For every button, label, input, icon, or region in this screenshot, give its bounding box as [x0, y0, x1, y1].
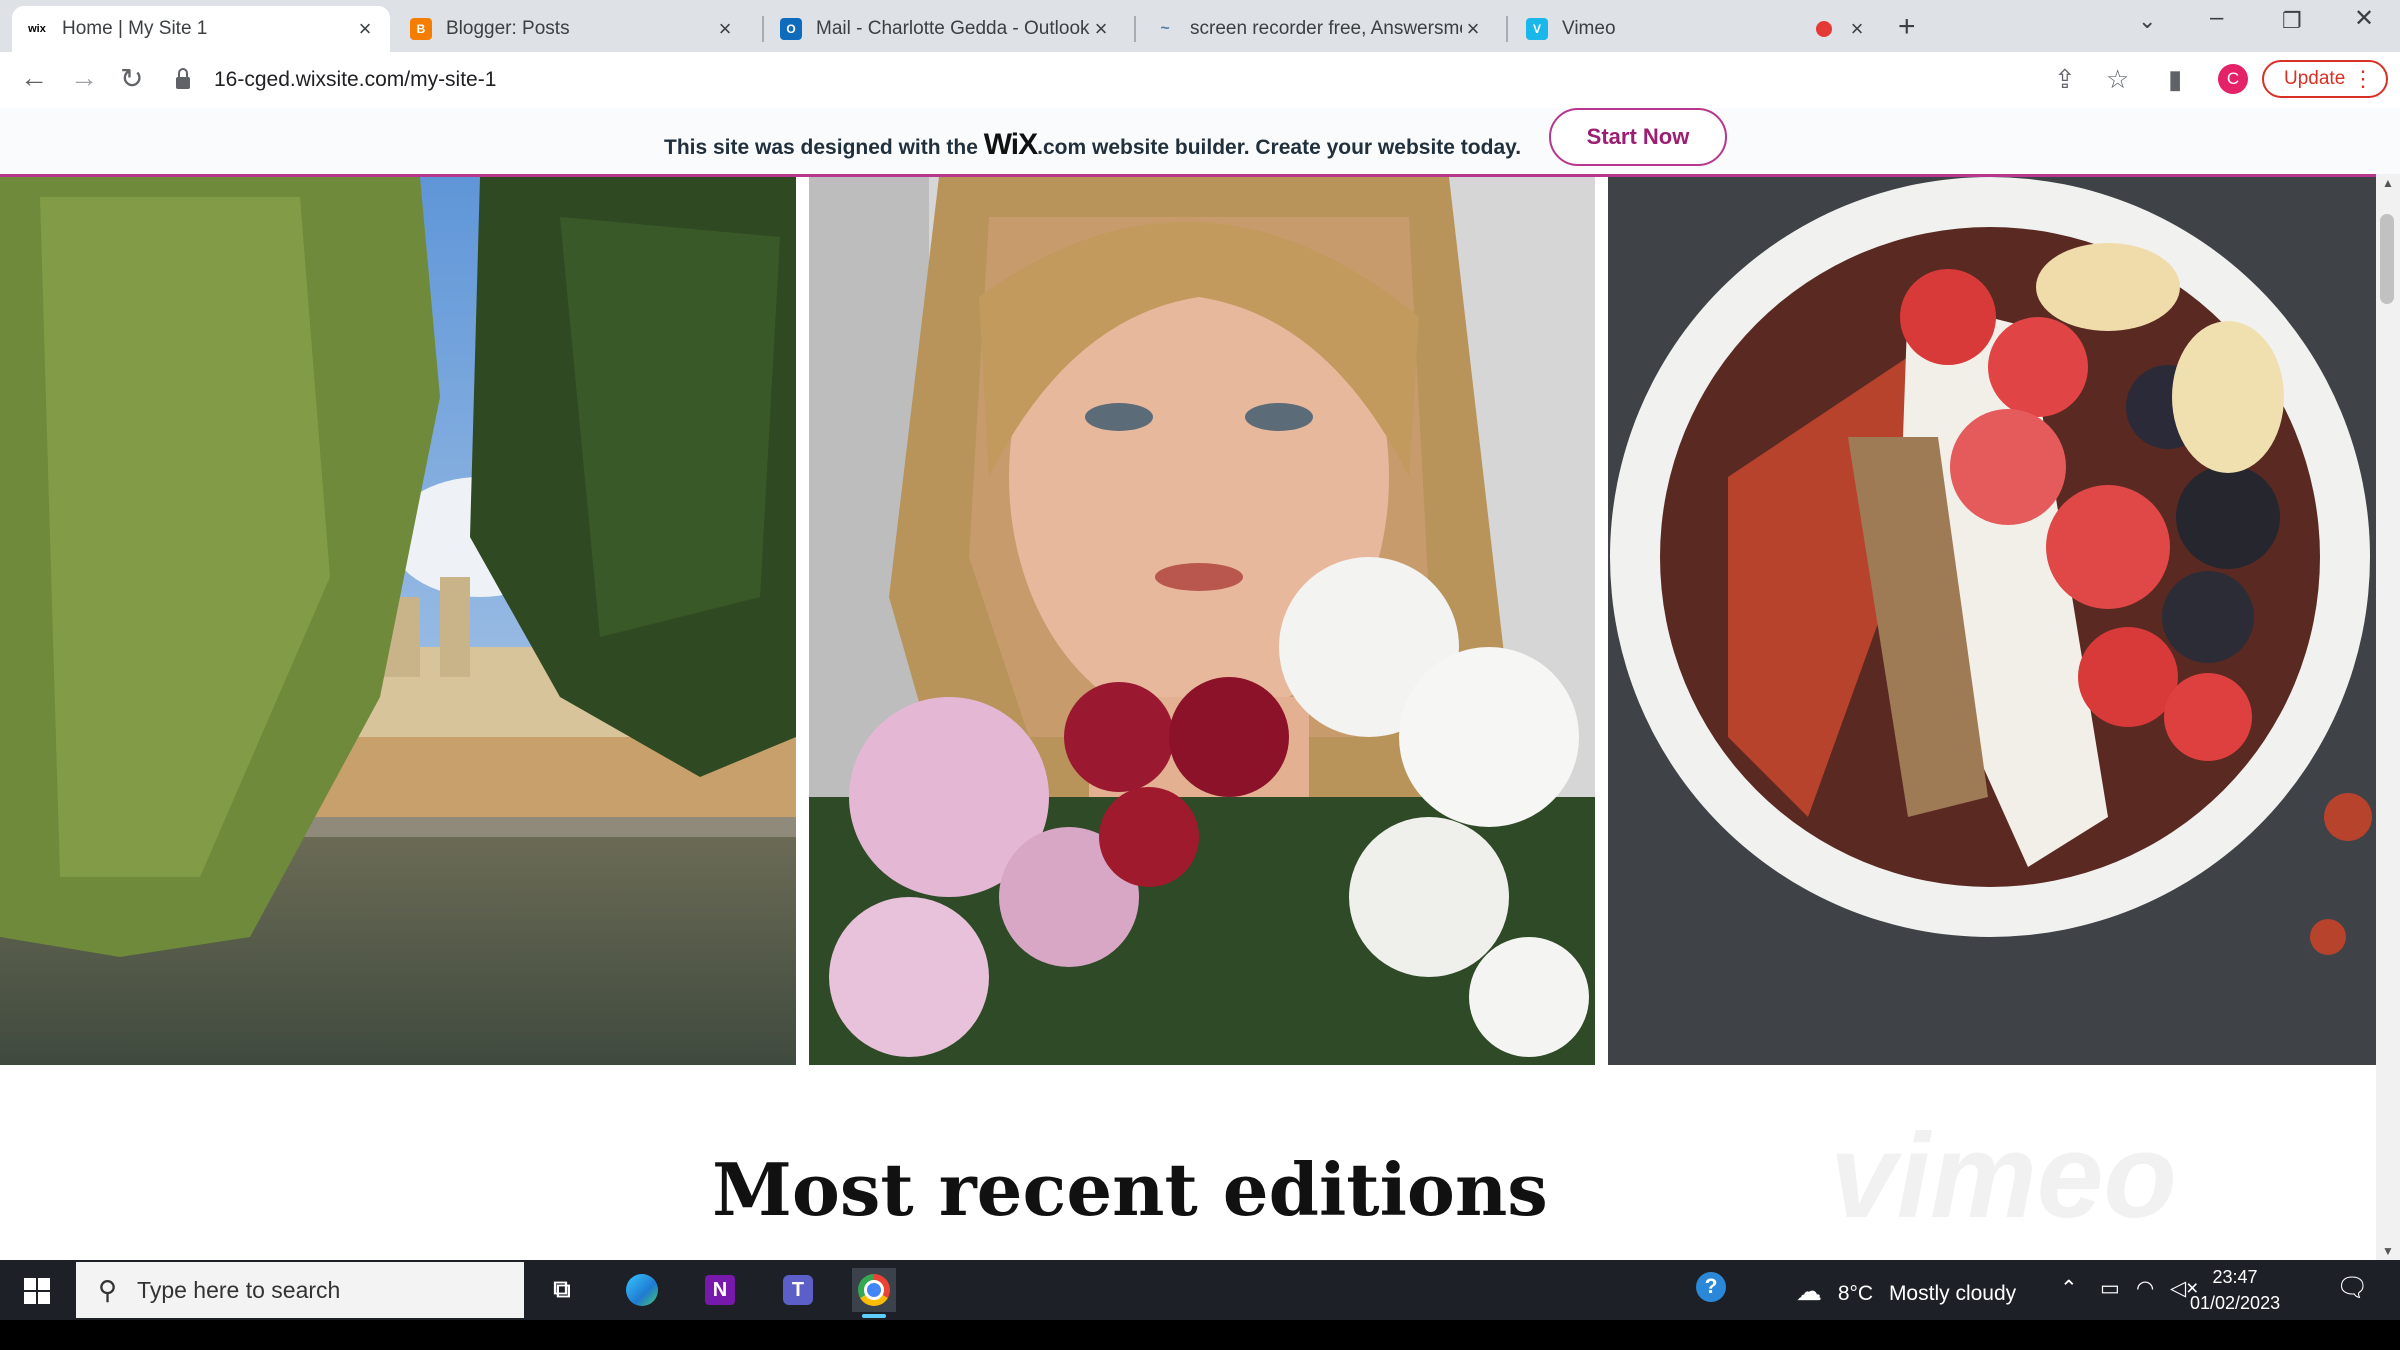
- tab-title: Home | My Site 1: [62, 18, 208, 39]
- banner-text-before: This site was designed with the: [664, 136, 978, 159]
- page-content: Most recent editions vimeo: [0, 177, 2376, 1260]
- tab-screen-recorder[interactable]: ~ screen recorder free, Answersme ×: [1140, 6, 1498, 52]
- close-tab-icon[interactable]: ×: [1090, 16, 1112, 42]
- tab-separator: [1506, 16, 1508, 42]
- weather-widget[interactable]: ☁ 8°C Mostly cloudy: [1796, 1276, 2016, 1307]
- scrollbar-thumb[interactable]: [2380, 214, 2394, 304]
- wix-banner-text: This site was designed with the WiX.com …: [664, 128, 1521, 162]
- tab-title: Mail - Charlotte Gedda - Outlook: [816, 18, 1090, 39]
- taskbar-clock[interactable]: 23:47 01/02/2023: [2190, 1264, 2280, 1316]
- minimize-button[interactable]: –: [2210, 4, 2223, 32]
- close-tab-icon[interactable]: ×: [714, 16, 736, 42]
- share-icon[interactable]: ⇪: [2054, 64, 2076, 95]
- update-button[interactable]: Update ⋮: [2262, 60, 2388, 98]
- tab-title: screen recorder free, Answersme: [1190, 18, 1462, 39]
- tab-search-chevron-icon[interactable]: ⌄: [2138, 8, 2156, 34]
- browser-toolbar: ← → ↻ 16-cged.wixsite.com/my-site-1 ⇪ ☆ …: [0, 52, 2400, 109]
- screen-bottom-border: [0, 1320, 2400, 1350]
- tab-outlook-mail[interactable]: O Mail - Charlotte Gedda - Outlook ×: [766, 6, 1126, 52]
- new-tab-button[interactable]: +: [1898, 10, 1916, 44]
- side-panel-icon[interactable]: ▮: [2168, 64, 2182, 95]
- blogger-icon: B: [410, 18, 432, 40]
- search-placeholder: Type here to search: [137, 1276, 341, 1303]
- weather-desc: Mostly cloudy: [1888, 1282, 2017, 1305]
- tab-blogger-posts[interactable]: B Blogger: Posts ×: [396, 6, 750, 52]
- back-button[interactable]: ←: [20, 62, 48, 94]
- forward-button[interactable]: →: [70, 62, 98, 94]
- close-tab-icon[interactable]: ×: [1846, 16, 1868, 42]
- fruit-bowl-photo: [1608, 177, 2376, 1065]
- tab-separator: [762, 16, 764, 42]
- tab-strip: wix Home | My Site 1 × B Blogger: Posts …: [0, 0, 2400, 52]
- river-college-photo: [0, 177, 796, 1065]
- taskbar-search-box[interactable]: ⚲ Type here to search: [76, 1262, 524, 1318]
- help-icon[interactable]: ?: [1696, 1272, 1726, 1302]
- reload-button[interactable]: ↻: [120, 62, 143, 95]
- clock-time: 23:47: [2212, 1267, 2258, 1287]
- edge-icon[interactable]: [620, 1268, 664, 1312]
- windows-start-button[interactable]: [24, 1278, 50, 1304]
- answersmedia-icon: ~: [1160, 20, 1170, 37]
- recording-dot-icon: [1816, 21, 1832, 37]
- screen: wix Home | My Site 1 × B Blogger: Posts …: [0, 0, 2400, 1350]
- weather-temp: 8°C: [1837, 1282, 1874, 1305]
- chrome-icon[interactable]: [852, 1268, 896, 1318]
- tab-title: Blogger: Posts: [446, 18, 570, 39]
- wix-promo-banner: This site was designed with the WiX.com …: [0, 108, 2400, 177]
- close-tab-icon[interactable]: ×: [1462, 16, 1484, 42]
- search-icon: ⚲: [98, 1274, 118, 1305]
- vimeo-watermark: vimeo: [1830, 1109, 2177, 1243]
- notifications-icon[interactable]: 🗨: [2336, 1272, 2369, 1303]
- profile-avatar[interactable]: C: [2218, 64, 2248, 94]
- vimeo-icon: V: [1526, 18, 1548, 40]
- close-window-button[interactable]: ✕: [2354, 4, 2374, 33]
- close-tab-icon[interactable]: ×: [354, 16, 376, 42]
- update-label: Update: [2284, 68, 2346, 89]
- wix-logo: WiX: [983, 128, 1038, 161]
- lock-icon: [176, 68, 190, 89]
- bookmark-star-icon[interactable]: ☆: [2106, 64, 2129, 95]
- tab-home-my-site[interactable]: wix Home | My Site 1 ×: [12, 6, 390, 52]
- start-now-button[interactable]: Start Now: [1549, 108, 1727, 166]
- task-view-icon[interactable]: ⧉: [540, 1268, 584, 1312]
- outlook-icon: O: [780, 18, 802, 40]
- address-bar[interactable]: 16-cged.wixsite.com/my-site-1: [176, 59, 2076, 101]
- windows-taskbar: ⚲ Type here to search ⧉ N T ? ☁ 8°C Most…: [0, 1260, 2400, 1320]
- clock-date: 01/02/2023: [2190, 1293, 2281, 1313]
- scroll-down-arrow-icon[interactable]: ▼: [2382, 1244, 2394, 1258]
- restore-button[interactable]: ❐: [2282, 8, 2302, 34]
- wix-icon: wix: [26, 18, 48, 40]
- banner-text-after: website builder. Create your website tod…: [1092, 136, 1522, 159]
- cloud-icon: ☁: [1796, 1276, 1822, 1306]
- teams-icon[interactable]: T: [776, 1268, 820, 1312]
- tab-separator: [1134, 16, 1136, 42]
- wifi-icon[interactable]: ◠: [2136, 1276, 2154, 1301]
- url-text: 16-cged.wixsite.com/my-site-1: [214, 68, 497, 91]
- scroll-up-arrow-icon[interactable]: ▲: [2382, 176, 2394, 190]
- show-hidden-icons-chevron-icon[interactable]: ⌃: [2060, 1276, 2078, 1301]
- menu-dots-icon: ⋮: [2352, 66, 2374, 91]
- wix-logo-suffix: .com: [1037, 136, 1087, 159]
- tab-title: Vimeo: [1562, 18, 1616, 39]
- battery-icon[interactable]: ▭: [2100, 1276, 2120, 1301]
- onenote-icon[interactable]: N: [698, 1268, 742, 1312]
- portrait-flowers-photo: [809, 177, 1595, 1065]
- tab-vimeo[interactable]: V Vimeo ×: [1512, 6, 1882, 52]
- page-scrollbar[interactable]: ▲ ▼: [2376, 174, 2400, 1260]
